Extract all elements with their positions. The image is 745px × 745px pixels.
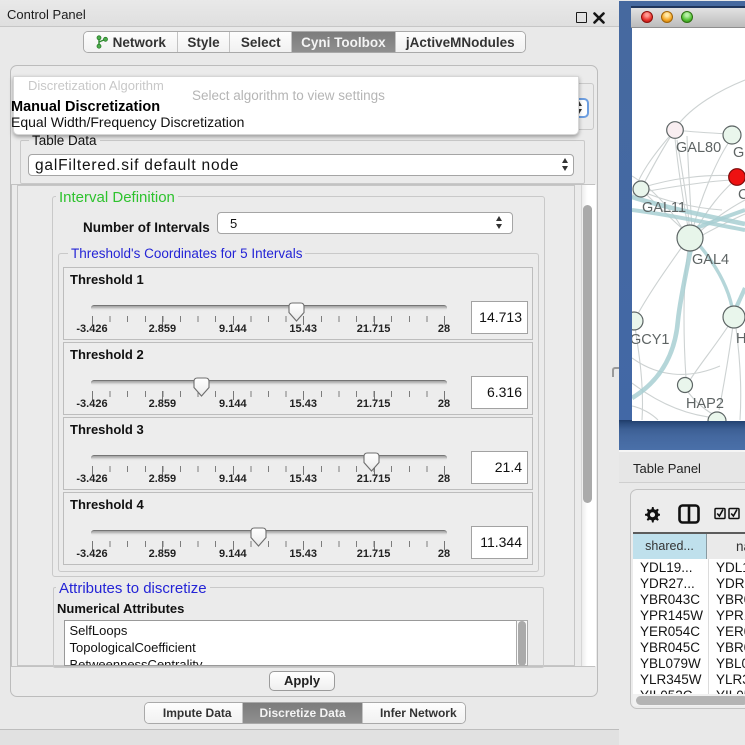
- svg-text:G.: G.: [733, 145, 745, 161]
- svg-text:GAL11: GAL11: [642, 200, 686, 216]
- svg-text:GAL4: GAL4: [692, 252, 729, 268]
- svg-text:HAP2: HAP2: [686, 396, 724, 412]
- svg-text:GAL80: GAL80: [676, 140, 721, 156]
- svg-text:GCY1: GCY1: [632, 332, 670, 348]
- svg-text:C: C: [738, 187, 745, 203]
- svg-text:H: H: [736, 331, 745, 347]
